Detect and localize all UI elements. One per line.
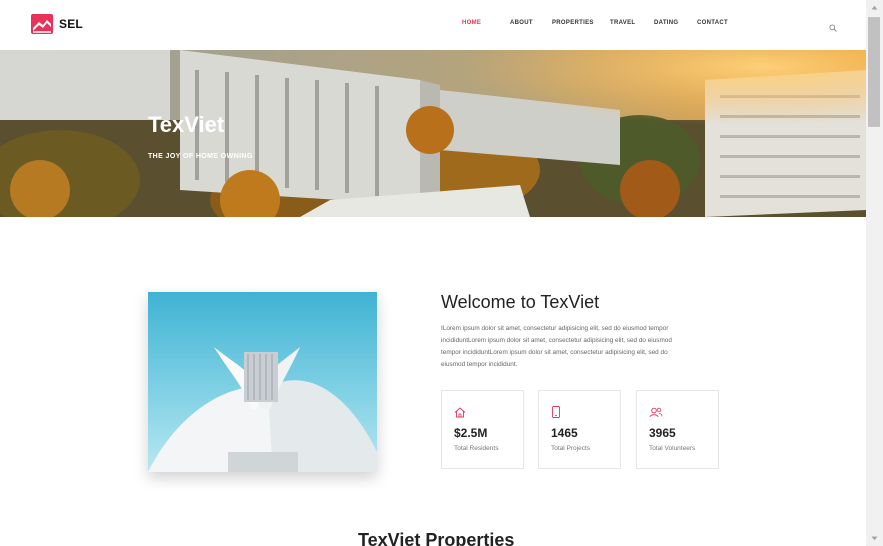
stat-card-residents: $2.5M Total Residents	[441, 390, 524, 469]
logo-icon	[31, 14, 53, 34]
scroll-down-arrow-icon[interactable]	[866, 531, 883, 546]
site-header: SEL HOME ABOUT PROPERTIES TRAVEL DATING …	[0, 0, 866, 50]
logo-text: SEL	[59, 17, 83, 31]
main-nav: HOME ABOUT PROPERTIES TRAVEL DATING CONT…	[462, 20, 737, 26]
home-icon	[454, 405, 466, 423]
nav-home[interactable]: HOME	[462, 20, 510, 26]
feature-image	[148, 292, 377, 472]
stat-label: Total Projects	[551, 445, 591, 452]
nav-dating[interactable]: DATING	[654, 20, 697, 26]
search-icon[interactable]	[829, 19, 837, 37]
stat-card-projects: 1465 Total Projects	[538, 390, 621, 469]
mobile-icon	[551, 405, 561, 423]
welcome-title: Welcome to TexViet	[441, 292, 600, 312]
welcome-text: ILorem ipsum dolor sit amet, consectetur…	[441, 325, 672, 368]
hero-city-illustration	[0, 50, 866, 217]
nav-contact[interactable]: CONTACT	[697, 20, 737, 26]
nav-properties[interactable]: PROPERTIES	[552, 20, 610, 26]
page-scrollbar[interactable]	[866, 0, 883, 546]
scrollbar-thumb[interactable]	[868, 17, 880, 127]
users-icon	[649, 405, 663, 423]
stat-label: Total Residents	[454, 445, 499, 452]
stat-card-volunteers: 3965 Total Volunteers	[636, 390, 719, 469]
stat-label: Total Volunteers	[649, 445, 696, 452]
logo[interactable]: SEL	[31, 14, 83, 34]
hero-subtitle: THE JOY OF HOME OWNING	[148, 153, 253, 160]
hero-banner: TexViet THE JOY OF HOME OWNING	[0, 50, 866, 217]
stat-value: 3965	[649, 426, 676, 440]
stat-value: $2.5M	[454, 426, 488, 440]
scroll-up-arrow-icon[interactable]	[866, 0, 883, 15]
nav-travel[interactable]: TRAVEL	[610, 20, 654, 26]
properties-section-title: TexViet Properties	[358, 530, 515, 546]
hero-title: TexViet	[148, 112, 225, 137]
stat-value: 1465	[551, 426, 578, 440]
nav-about[interactable]: ABOUT	[510, 20, 552, 26]
architecture-illustration	[148, 347, 377, 472]
